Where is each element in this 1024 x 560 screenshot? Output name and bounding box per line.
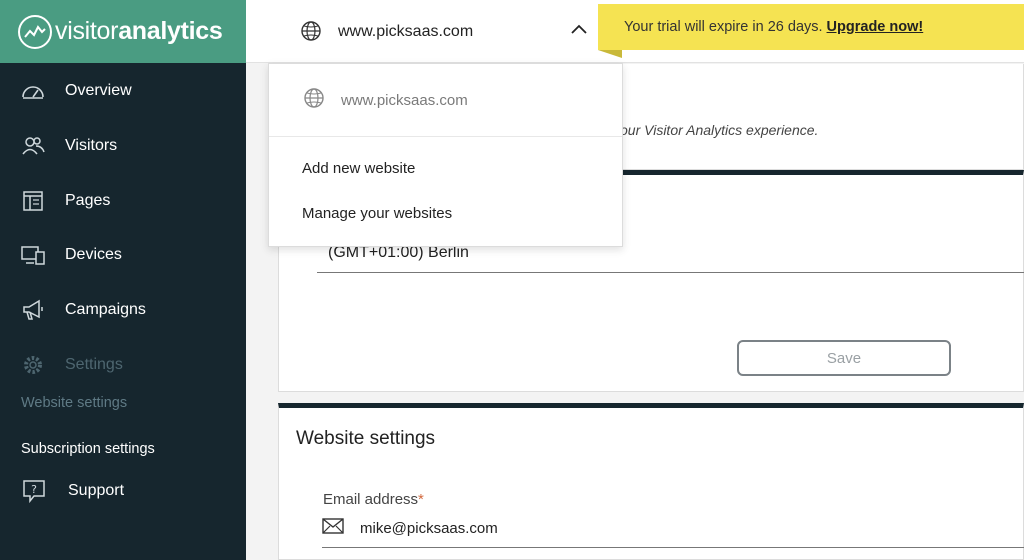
pages-icon (21, 189, 45, 213)
logo-text: visitoranalytics (55, 17, 223, 45)
intro-text: our Visitor Analytics experience. (620, 122, 819, 138)
sidebar-item-label: Campaigns (65, 301, 146, 318)
banner-fold (598, 50, 622, 58)
sidebar-item-label: Overview (65, 82, 132, 99)
dropdown-current-website[interactable]: www.picksaas.com (269, 64, 622, 137)
sidebar-item-settings[interactable]: Settings (0, 345, 246, 385)
sidebar-item-pages[interactable]: Pages (0, 181, 246, 221)
add-new-website-option[interactable]: Add new website (302, 160, 415, 177)
sidebar-subitem-website-settings[interactable]: Website settings (21, 395, 127, 411)
sidebar-item-label: Visitors (65, 137, 118, 154)
sidebar-item-label: Devices (65, 246, 122, 263)
email-label: Email address* (323, 491, 424, 508)
svg-text:?: ? (31, 483, 37, 496)
sidebar-item-campaigns[interactable]: Campaigns (0, 290, 246, 330)
sidebar-item-label: Settings (65, 356, 123, 373)
users-icon (21, 134, 45, 158)
sidebar-subitem-subscription-settings[interactable]: Subscription settings (21, 441, 155, 457)
email-field[interactable]: mike@picksaas.com (360, 520, 498, 537)
upgrade-link[interactable]: Upgrade now! (827, 19, 924, 35)
trial-banner: Your trial will expire in 26 days. Upgra… (598, 4, 1024, 50)
devices-icon (21, 243, 45, 267)
globe-icon (303, 87, 325, 113)
sidebar-item-devices[interactable]: Devices (0, 235, 246, 275)
timezone-underline (317, 272, 1024, 273)
trial-text: Your trial will expire in 26 days. (624, 19, 823, 35)
gear-icon (21, 353, 45, 377)
help-chat-icon: ? (22, 479, 46, 503)
megaphone-icon (21, 298, 45, 322)
email-underline (322, 547, 1024, 548)
required-mark: * (418, 491, 424, 508)
sidebar-item-overview[interactable]: Overview (0, 71, 246, 111)
selected-website: www.picksaas.com (338, 22, 474, 40)
website-selector[interactable]: www.picksaas.com (246, 0, 622, 63)
gauge-icon (21, 79, 45, 103)
sidebar-item-label: Pages (65, 192, 111, 209)
logo-icon (18, 14, 52, 49)
globe-icon (300, 20, 322, 47)
website-settings-title: Website settings (296, 428, 436, 449)
logo[interactable]: visitoranalytics (0, 0, 246, 63)
chevron-up-icon (570, 22, 588, 40)
sidebar-item-visitors[interactable]: Visitors (0, 126, 246, 166)
dropdown-website-label: www.picksaas.com (341, 91, 468, 109)
sidebar-item-support[interactable]: ? Support (0, 471, 246, 511)
save-button[interactable]: Save (737, 340, 951, 376)
sidebar: visitoranalytics Overview Visitors Pages… (0, 0, 246, 560)
sidebar-item-label: Support (68, 482, 125, 499)
manage-websites-option[interactable]: Manage your websites (302, 205, 452, 222)
website-dropdown: www.picksaas.com Add new website Manage … (268, 63, 623, 247)
envelope-icon (322, 518, 344, 539)
